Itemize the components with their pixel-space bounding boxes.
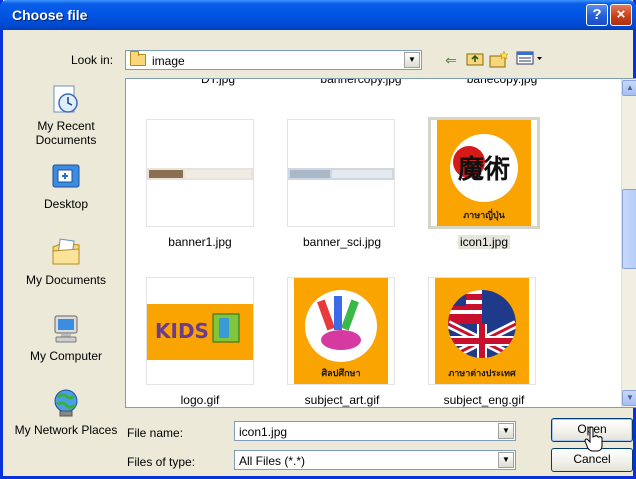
logo-caption: KIDS (155, 319, 209, 343)
network-places-icon (50, 387, 82, 419)
place-label: My Recent Documents (35, 119, 97, 147)
scrollbar-thumb[interactable] (622, 189, 636, 269)
file-name-partial[interactable]: DT.jpg (148, 79, 288, 86)
file-name-input[interactable]: icon1.jpg (239, 425, 287, 439)
chevron-down-icon[interactable]: ▼ (498, 452, 514, 468)
look-in-value: image (152, 54, 185, 68)
place-label: My Network Places (14, 423, 118, 437)
icon1-image: 魔術 ภาษาญี่ปุ่น (437, 120, 531, 226)
place-my-recent-documents[interactable]: My Recent Documents (11, 83, 121, 147)
places-bar: My Recent Documents Desktop My Documents… (11, 75, 121, 451)
file-name[interactable]: subject_art.gif (272, 393, 412, 407)
scroll-up-icon[interactable]: ▲ (622, 80, 636, 96)
subject-eng-image: ภาษาต่างประเทศ (435, 278, 529, 384)
hand-cursor-icon (584, 426, 603, 452)
title-bar[interactable]: Choose file ? × (0, 0, 636, 30)
file-name[interactable]: logo.gif (130, 393, 270, 407)
file-name-label: icon1.jpg (457, 235, 511, 249)
desktop-icon (50, 161, 82, 193)
help-button[interactable]: ? (586, 4, 608, 26)
file-name[interactable]: banner_sci.jpg (272, 235, 412, 249)
file-name[interactable]: banner1.jpg (130, 235, 270, 249)
place-my-computer[interactable]: My Computer (11, 313, 121, 363)
recent-documents-icon (50, 83, 82, 115)
file-name-partial[interactable]: bannercopy.jpg (291, 79, 431, 86)
file-list-pane[interactable]: DT.jpg bannercopy.jpg banecopy.jpg banne… (125, 78, 636, 408)
file-name-combo[interactable]: icon1.jpg ▼ (234, 421, 516, 441)
file-thumbnail-icon1[interactable]: 魔術 ภาษาญี่ปุ่น (428, 117, 540, 229)
choose-file-dialog: Choose file ? × Look in: image ▼ ⇐ My Re… (0, 0, 636, 479)
place-label: My Documents (25, 273, 107, 287)
folder-icon (130, 51, 146, 66)
window-title: Choose file (12, 7, 88, 23)
file-type-select[interactable]: All Files (*.*) ▼ (234, 450, 516, 470)
subject-art-image: ศิลปศึกษา (294, 278, 388, 384)
view-menu-icon[interactable] (515, 50, 545, 70)
place-my-documents[interactable]: My Documents (11, 237, 121, 287)
banner-image (288, 168, 394, 180)
file-name-partial[interactable]: banecopy.jpg (432, 79, 572, 86)
file-thumbnail-banner1[interactable] (146, 119, 254, 227)
icon1-caption-a: 魔術 (458, 155, 510, 185)
my-computer-icon (50, 313, 82, 345)
place-desktop[interactable]: Desktop (11, 161, 121, 211)
file-name-label: File name: (127, 426, 184, 440)
up-folder-icon[interactable] (465, 50, 485, 70)
file-name-selected[interactable]: icon1.jpg (414, 235, 554, 249)
scroll-down-icon[interactable]: ▼ (622, 390, 636, 406)
chevron-down-icon[interactable]: ▼ (404, 52, 420, 68)
subject-art-caption: ศิลปศึกษา (321, 368, 360, 379)
file-thumbnail-logo[interactable]: KIDS (146, 277, 254, 385)
place-label: My Computer (29, 349, 103, 363)
back-icon[interactable]: ⇐ (441, 50, 461, 70)
file-name[interactable]: subject_eng.gif (414, 393, 554, 407)
place-my-network-places[interactable]: My Network Places (11, 387, 121, 437)
logo-image: KIDS (147, 304, 253, 360)
file-type-label: Files of type: (127, 455, 196, 469)
file-thumbnail-banner-sci[interactable] (287, 119, 395, 227)
file-thumbnail-subject-eng[interactable]: ภาษาต่างประเทศ (428, 277, 536, 385)
subject-eng-caption: ภาษาต่างประเทศ (448, 368, 516, 379)
place-label: Desktop (43, 197, 89, 211)
close-button[interactable]: × (610, 4, 632, 26)
chevron-down-icon[interactable]: ▼ (498, 423, 514, 439)
file-type-value: All Files (*.*) (239, 454, 306, 468)
vertical-scrollbar[interactable]: ▲ ▼ (621, 79, 636, 407)
file-thumbnail-subject-art[interactable]: ศิลปศึกษา (287, 277, 395, 385)
look-in-label: Look in: (71, 53, 114, 67)
banner-image (147, 168, 253, 180)
new-folder-icon[interactable] (489, 50, 509, 70)
look-in-combo[interactable]: image ▼ (125, 50, 422, 70)
my-documents-icon (50, 237, 82, 269)
